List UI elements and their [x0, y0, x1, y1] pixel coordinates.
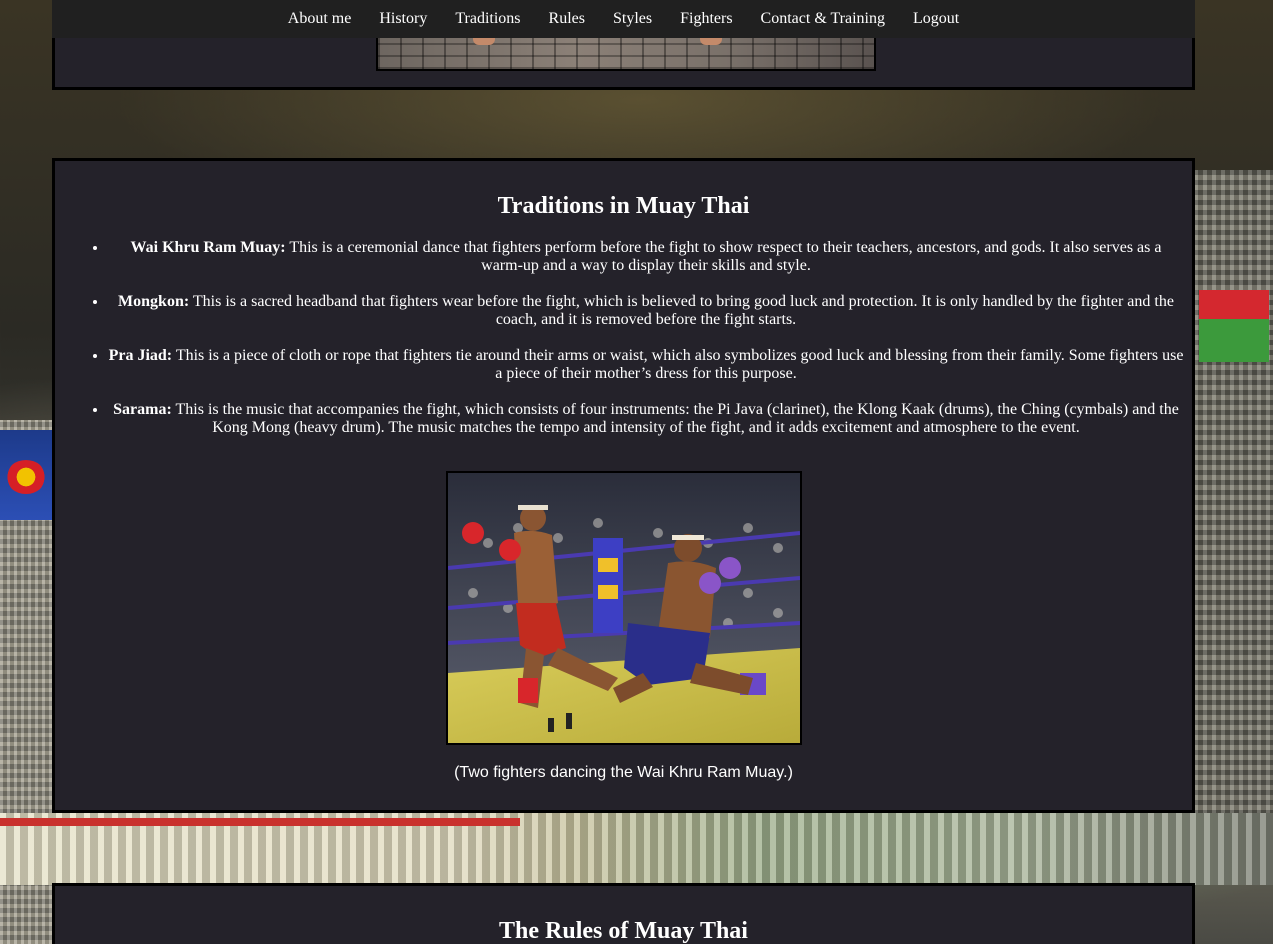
tradition-description: This is a sacred headband that fighters …	[189, 293, 1174, 328]
traditions-list: Wai Khru Ram Muay: This is a ceremonial …	[90, 239, 1184, 455]
nav-link-contact-training[interactable]: Contact & Training	[761, 10, 885, 28]
background-crowd-right	[1194, 170, 1273, 870]
list-item: Sarama: This is the music that accompani…	[108, 401, 1184, 437]
list-item: Wai Khru Ram Muay: This is a ceremonial …	[108, 239, 1184, 275]
nav-link-logout[interactable]: Logout	[913, 10, 959, 28]
background-ring-ropes	[0, 818, 520, 888]
tradition-term: Wai Khru Ram Muay:	[130, 239, 286, 256]
traditions-section: Traditions in Muay Thai Wai Khru Ram Mua…	[52, 158, 1195, 813]
nav-link-history[interactable]: History	[379, 10, 427, 28]
nav-link-traditions[interactable]: Traditions	[455, 10, 520, 28]
tradition-term: Pra Jiad:	[108, 347, 173, 364]
header-banner-image	[376, 33, 876, 71]
nav-link-styles[interactable]: Styles	[613, 10, 652, 28]
fighters-illustration	[448, 473, 800, 743]
tradition-term: Mongkon:	[118, 293, 190, 310]
background-sponsor-banner	[0, 430, 52, 520]
nav-link-about-me[interactable]: About me	[288, 10, 352, 28]
rules-section: The Rules of Muay Thai	[52, 883, 1195, 944]
tradition-description: This is a piece of cloth or rope that fi…	[172, 347, 1184, 382]
background-ring-area	[0, 813, 1273, 885]
tradition-description: This is the music that accompanies the f…	[171, 401, 1179, 436]
list-item: Pra Jiad: This is a piece of cloth or ro…	[108, 347, 1184, 383]
tradition-term: Sarama:	[113, 401, 172, 418]
nav-link-fighters[interactable]: Fighters	[680, 10, 732, 28]
tradition-description: This is a ceremonial dance that fighters…	[285, 239, 1162, 274]
main-navigation: About me History Traditions Rules Styles…	[52, 0, 1195, 38]
traditions-heading: Traditions in Muay Thai	[497, 193, 750, 219]
rules-heading: The Rules of Muay Thai	[499, 918, 748, 944]
list-item: Mongkon: This is a sacred headband that …	[108, 293, 1184, 329]
wai-khru-photo	[446, 471, 802, 745]
background-sign	[1199, 290, 1269, 362]
photo-caption: (Two fighters dancing the Wai Khru Ram M…	[454, 764, 793, 781]
nav-link-rules[interactable]: Rules	[549, 10, 585, 28]
